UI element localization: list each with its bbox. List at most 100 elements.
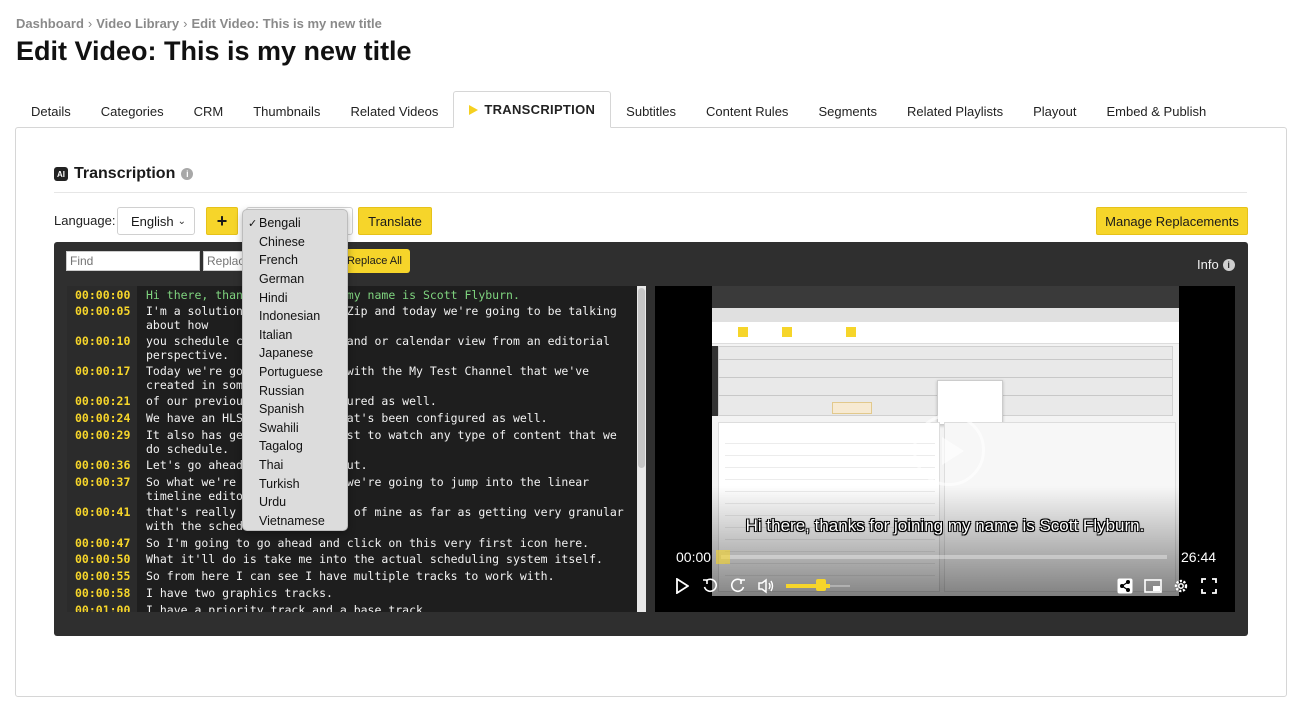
info-icon[interactable]: i [181,168,194,180]
tab-transcription[interactable]: TRANSCRIPTION [453,91,612,128]
transcript-text[interactable]: of our previous videos configured as wel… [146,394,636,408]
timestamp[interactable]: 00:00:41 [75,505,137,519]
progress-handle[interactable] [716,550,730,564]
timestamp[interactable]: 00:00:24 [75,411,137,425]
timestamp[interactable]: 00:00:50 [75,552,137,566]
translate-button[interactable]: Translate [358,207,432,235]
transcript-text[interactable]: I have two graphics tracks. [146,586,636,600]
dropdown-option-french[interactable]: French [243,251,347,270]
tab-embed-publish[interactable]: Embed & Publish [1091,94,1221,128]
breadcrumb-video-library-link[interactable]: Video Library [96,16,179,31]
table-rule [725,467,935,468]
transcript-text[interactable]: It also has generic rules first to watch… [146,428,636,456]
tab-related-playlists[interactable]: Related Playlists [892,94,1018,128]
dropdown-option-japanese[interactable]: Japanese [243,344,347,363]
dropdown-option-urdu[interactable]: Urdu [243,493,347,512]
timestamp[interactable]: 00:00:21 [75,394,137,408]
tab-details[interactable]: Details [16,94,86,128]
tab-crm[interactable]: CRM [179,94,239,128]
transcript-text[interactable]: I have a priority track and a base track… [146,603,636,612]
transcript-text[interactable]: We have an HLS output type that's been c… [146,411,636,425]
scrollbar-thumb[interactable] [638,288,645,468]
settings-gear-icon[interactable] [1171,576,1191,596]
dropdown-option-thai[interactable]: Thai [243,456,347,475]
timestamp[interactable]: 00:00:58 [75,586,137,600]
dropdown-option-german[interactable]: German [243,270,347,289]
dropdown-option-portuguese[interactable]: Portuguese [243,363,347,382]
dropdown-option-bengali[interactable]: ✓ Bengali [243,214,347,233]
volume-icon[interactable] [756,576,776,596]
tab-categories[interactable]: Categories [86,94,179,128]
transcript-text[interactable]: So what we're going to do is we're going… [146,475,636,503]
play-triangle-icon [469,104,479,115]
dropdown-option-swahili[interactable]: Swahili [243,419,347,438]
transcript-text[interactable]: So I'm going to go ahead and click on th… [146,536,636,550]
breadcrumb-dashboard-link[interactable]: Dashboard [16,16,84,31]
find-input[interactable] [66,251,200,271]
play-overlay-icon[interactable] [913,414,985,486]
dropdown-option-turkish[interactable]: Turkish [243,474,347,493]
tab-segments[interactable]: Segments [803,94,892,128]
dropdown-option-russian[interactable]: Russian [243,381,347,400]
transcript-text[interactable]: I'm a solution engineer with Zip and tod… [146,304,636,332]
dropdown-option-label: Urdu [259,495,287,510]
language-select[interactable]: English ⌄ [117,207,195,235]
transcript-scrollbar[interactable] [637,286,646,612]
dropdown-option-indonesian[interactable]: Indonesian [243,307,347,326]
replace-all-button[interactable]: Replace All [344,249,410,273]
picture-in-picture-icon[interactable] [1143,576,1163,596]
dropdown-option-label: Thai [259,458,284,473]
dropdown-option-vietnamese[interactable]: Vietnamese [243,512,347,531]
tab-subtitles[interactable]: Subtitles [611,94,691,128]
video-frame-nav [712,308,1179,322]
info-toggle[interactable]: Info i [1197,257,1235,272]
dropdown-option-italian[interactable]: Italian [243,326,347,345]
transcript-text[interactable]: you schedule content in line and or cale… [146,334,636,362]
fullscreen-icon[interactable] [1199,576,1219,596]
tab-content-rules[interactable]: Content Rules [691,94,803,128]
timestamp[interactable]: 00:00:10 [75,334,137,348]
dropdown-option-label: Russian [259,383,305,398]
timestamp[interactable]: 00:01:00 [75,603,137,612]
tab-label: Subtitles [626,103,677,119]
transcript-text[interactable]: that's really a favorite site of mine as… [146,505,636,533]
transcript-text[interactable]: Hi there, thanks for joining my name is … [146,288,636,302]
transcript-text[interactable]: Today we're going to working with the My… [146,364,636,392]
tab-bar: Details Categories CRM Thumbnails Relate… [16,91,1221,128]
transcript-list[interactable]: 00:00:00 Hi there, thanks for joining my … [67,286,637,612]
rewind-icon[interactable] [700,576,720,596]
volume-handle[interactable] [816,579,826,591]
dropdown-option-tagalog[interactable]: Tagalog [243,437,347,456]
dropdown-option-spanish[interactable]: Spanish [243,400,347,419]
share-icon[interactable] [1115,576,1135,596]
manage-replacements-button[interactable]: Manage Replacements [1096,207,1248,235]
dropdown-option-label: Spanish [259,402,305,417]
dropdown-option-hindi[interactable]: Hindi [243,288,347,307]
tab-playout[interactable]: Playout [1018,94,1091,128]
timestamp[interactable]: 00:00:17 [75,364,137,378]
timestamp[interactable]: 00:00:29 [75,428,137,442]
transcript-text[interactable]: Let's go ahead and check it out. [146,458,636,472]
timestamp[interactable]: 00:00:00 [75,288,137,302]
dropdown-option-label: Turkish [259,476,300,491]
timestamp[interactable]: 00:00:36 [75,458,137,472]
tab-related-videos[interactable]: Related Videos [335,94,453,128]
timestamp[interactable]: 00:00:47 [75,536,137,550]
timestamp[interactable]: 00:00:55 [75,569,137,583]
dropdown-option-label: Chinese [259,234,305,249]
progress-bar[interactable] [721,555,1167,559]
transcript-text[interactable]: What it'll do is take me into the actual… [146,552,636,566]
transcript-text[interactable]: So from here I can see I have multiple t… [146,569,636,583]
dropdown-option-chinese[interactable]: Chinese [243,233,347,252]
dropdown-option-label: Italian [259,327,293,342]
tab-label: Thumbnails [253,103,321,119]
timestamp[interactable]: 00:00:05 [75,304,137,318]
tab-label: Playout [1033,103,1077,119]
target-language-dropdown[interactable]: ✓ Bengali Chinese French German Hindi Indonesi… [242,209,348,531]
forward-icon[interactable] [728,576,748,596]
timestamp[interactable]: 00:00:37 [75,475,137,489]
add-language-button[interactable]: + [206,207,238,235]
play-icon[interactable] [672,576,692,596]
tab-thumbnails[interactable]: Thumbnails [238,94,335,128]
video-player[interactable]: Hi there, thanks for joining my name is … [655,286,1235,612]
